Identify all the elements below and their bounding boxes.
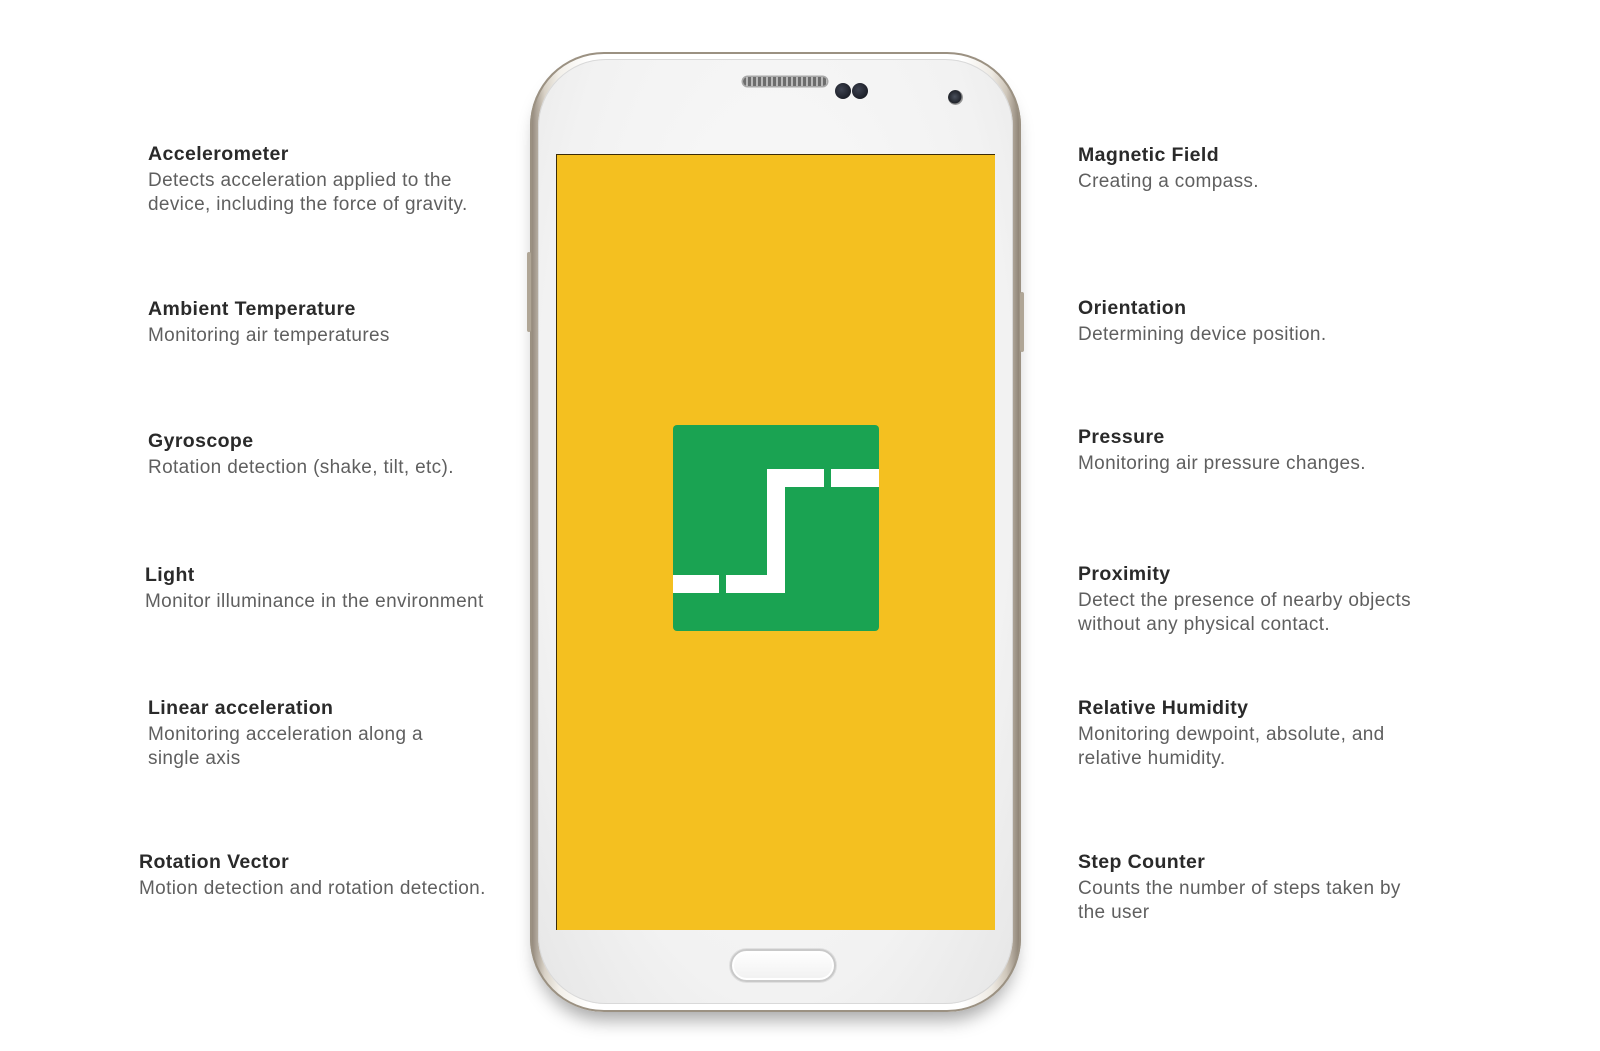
feature-description: Detect the presence of nearby objects wi… [1078, 590, 1411, 635]
feature-description: Creating a compass. [1078, 171, 1259, 192]
feature-title: Rotation Vector [139, 851, 290, 873]
front-camera-icon [948, 90, 963, 105]
power-button [1020, 292, 1024, 352]
light-sensor-icon [852, 83, 868, 99]
feature-description: Monitor illuminance in the environment [145, 591, 484, 612]
feature-step-counter: Step Counter Counts the number of steps … [1078, 850, 1458, 925]
feature-relative-humidity: Relative Humidity Monitoring dewpoint, a… [1078, 696, 1458, 771]
feature-description: Determining device position. [1078, 324, 1327, 345]
feature-description: Motion detection and rotation detection. [139, 878, 486, 899]
feature-proximity: Proximity Detect the presence of nearby … [1078, 562, 1458, 637]
feature-pressure: Pressure Monitoring air pressure changes… [1078, 425, 1458, 476]
feature-title: Magnetic Field [1078, 144, 1220, 166]
earpiece-speaker-icon [743, 77, 827, 86]
feature-description: Monitoring dewpoint, absolute, and relat… [1078, 724, 1385, 769]
smartphone-illustration [527, 52, 1024, 1012]
feature-description: Rotation detection (shake, tilt, etc). [148, 457, 454, 478]
feature-description: Monitoring acceleration along a single a… [148, 724, 423, 769]
step-signal-logo-icon [673, 425, 879, 631]
feature-accelerometer: Accelerometer Detects acceleration appli… [148, 142, 528, 217]
feature-title: Accelerometer [148, 143, 289, 165]
feature-ambient-temperature: Ambient Temperature Monitoring air tempe… [148, 297, 528, 348]
feature-magnetic-field: Magnetic Field Creating a compass. [1078, 143, 1458, 194]
feature-description: Counts the number of steps taken by the … [1078, 878, 1401, 923]
logo-bottom-dash-right [726, 575, 785, 593]
logo-top-dash-right [831, 469, 879, 487]
feature-title: Gyroscope [148, 430, 254, 452]
feature-description: Monitoring air temperatures [148, 325, 390, 346]
feature-gyroscope: Gyroscope Rotation detection (shake, til… [148, 429, 528, 480]
feature-title: Proximity [1078, 563, 1171, 585]
feature-title: Ambient Temperature [148, 298, 356, 320]
phone-screen [556, 154, 995, 930]
feature-title: Step Counter [1078, 851, 1206, 873]
phone-face [538, 59, 1013, 1004]
feature-orientation: Orientation Determining device position. [1078, 296, 1458, 347]
volume-button [527, 252, 531, 332]
feature-description: Monitoring air pressure changes. [1078, 453, 1366, 474]
logo-bottom-dash-left [673, 575, 719, 593]
feature-light: Light Monitor illuminance in the environ… [145, 563, 525, 614]
feature-linear-acceleration: Linear acceleration Monitoring accelerat… [148, 696, 528, 771]
feature-title: Linear acceleration [148, 697, 334, 719]
feature-title: Relative Humidity [1078, 697, 1249, 719]
feature-rotation-vector: Rotation Vector Motion detection and rot… [139, 850, 519, 901]
feature-description: Detects acceleration applied to the devi… [148, 170, 468, 215]
home-button [730, 949, 836, 982]
feature-title: Light [145, 564, 195, 586]
proximity-sensor-icon [835, 83, 851, 99]
feature-title: Pressure [1078, 426, 1165, 448]
feature-title: Orientation [1078, 297, 1187, 319]
